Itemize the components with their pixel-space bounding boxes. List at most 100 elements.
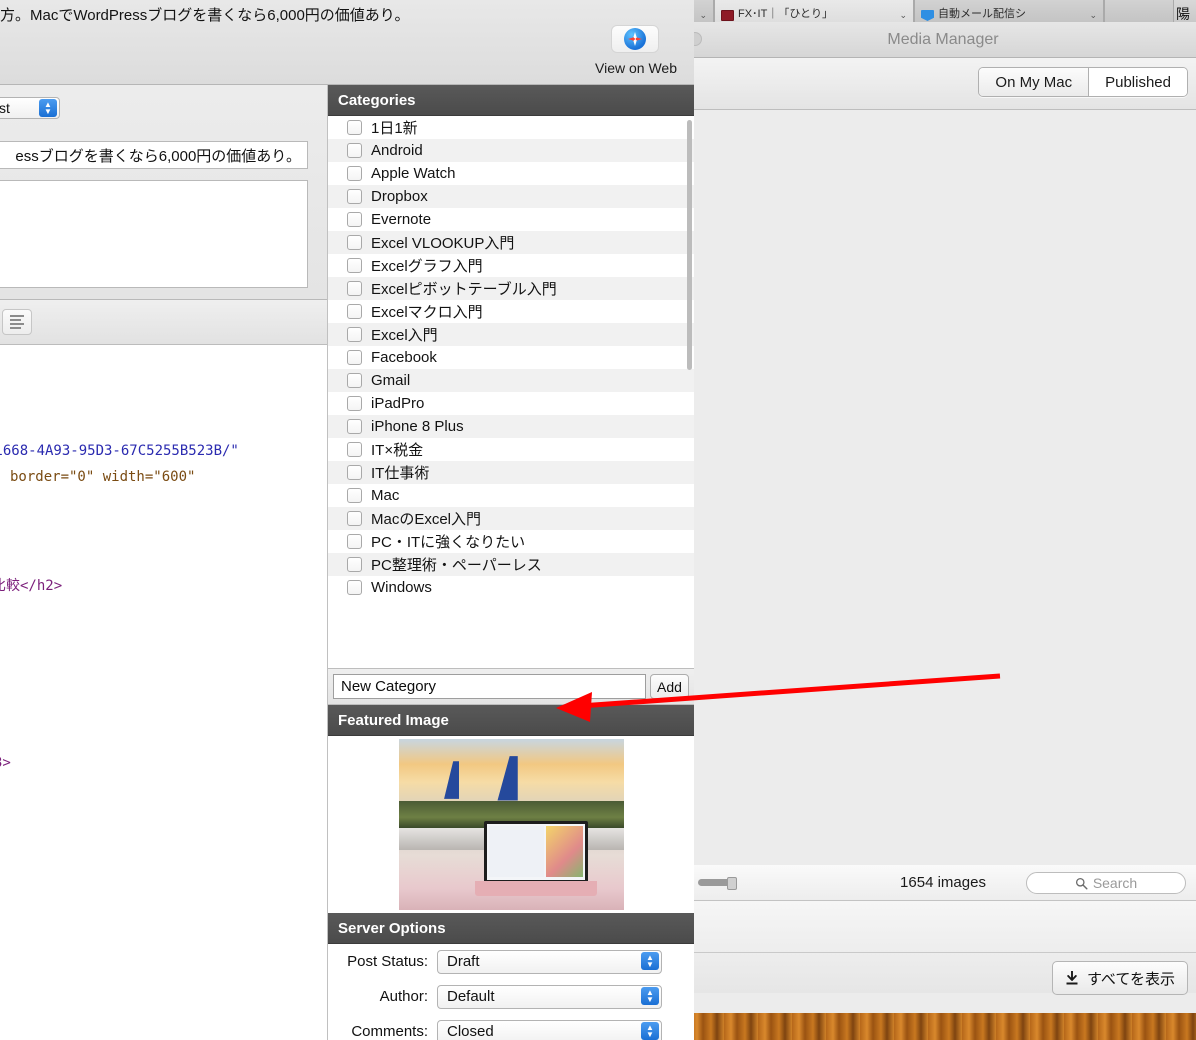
code-line: 3>	[0, 755, 11, 771]
category-row[interactable]: Excel VLOOKUP入門	[328, 231, 694, 254]
category-checkbox[interactable]	[347, 442, 362, 457]
category-label: Android	[371, 142, 423, 159]
featured-image-preview[interactable]	[398, 739, 624, 910]
post-type-select[interactable]: st ▲ ▼	[0, 97, 60, 119]
category-row[interactable]: Excelグラフ入門	[328, 254, 694, 277]
category-row[interactable]: Windows	[328, 576, 694, 599]
align-justify-button[interactable]	[2, 309, 32, 335]
category-label: IT仕事術	[371, 465, 430, 482]
editor-left-column: st ▲ ▼ essブログを書くなら6,000円の価値あり。 -1668-4A93…	[0, 85, 328, 1040]
show-all-button[interactable]: すべてを表示	[1052, 961, 1188, 995]
search-icon	[1075, 877, 1088, 890]
category-label: PC・ITに強くなりたい	[371, 534, 526, 551]
author-select[interactable]: Default ▲ ▼	[437, 984, 662, 1009]
category-checkbox[interactable]	[347, 580, 362, 595]
download-arrow-icon	[1065, 970, 1079, 986]
browser-tab-mail[interactable]: 自動メール配信シ ⌄	[914, 0, 1104, 22]
search-input[interactable]: Search	[1026, 872, 1186, 894]
tab-on-my-mac[interactable]: On My Mac	[979, 68, 1089, 96]
chevron-updown-icon: ▲ ▼	[641, 1021, 659, 1040]
category-label: IT×税金	[371, 442, 424, 459]
view-on-web-button[interactable]	[611, 25, 659, 53]
post-status-select[interactable]: Draft ▲ ▼	[437, 949, 662, 974]
browser-tab-fxit[interactable]: FX･IT｜「ひとり」 ⌄	[714, 0, 914, 22]
category-row[interactable]: Excelマクロ入門	[328, 300, 694, 323]
formatting-toolbar	[0, 300, 328, 345]
post-excerpt-input[interactable]	[0, 180, 308, 288]
far-right-tab-label[interactable]: 陽	[1176, 4, 1196, 24]
browser-tab-label: FX･IT｜「ひとり」	[738, 8, 834, 20]
category-row[interactable]: iPadPro	[328, 392, 694, 415]
blue-shield-icon	[921, 10, 934, 21]
category-checkbox[interactable]	[347, 488, 362, 503]
new-category-input[interactable]: New Category	[333, 674, 646, 699]
category-checkbox[interactable]	[347, 304, 362, 319]
category-checkbox[interactable]	[347, 396, 362, 411]
server-options-section-header: Server Options	[328, 913, 694, 944]
category-row[interactable]: Excel入門	[328, 323, 694, 346]
server-option-row: Comments: Closed ▲ ▼	[328, 1014, 694, 1040]
category-row[interactable]: IT×税金	[328, 438, 694, 461]
category-checkbox[interactable]	[347, 166, 362, 181]
category-row[interactable]: PC・ITに強くなりたい	[328, 530, 694, 553]
code-line: border="0" width="600"	[10, 469, 196, 485]
category-row[interactable]: iPhone 8 Plus	[328, 415, 694, 438]
category-checkbox[interactable]	[347, 120, 362, 135]
category-row[interactable]: Evernote	[328, 208, 694, 231]
categories-list[interactable]: 1日1新 Android Apple Watch Dropbox Evernote Exc…	[328, 116, 694, 668]
category-row[interactable]: Android	[328, 139, 694, 162]
server-option-row: Post Status: Draft ▲ ▼	[328, 944, 694, 979]
source-segmented-control[interactable]: On My Mac Published	[978, 67, 1188, 97]
categories-section-header: Categories	[328, 85, 694, 116]
category-label: Mac	[371, 487, 400, 504]
category-checkbox[interactable]	[347, 534, 362, 549]
server-option-row: Author: Default ▲ ▼	[328, 979, 694, 1014]
search-placeholder: Search	[1092, 875, 1138, 891]
categories-scrollbar[interactable]	[687, 120, 692, 370]
comments-label: Comments:	[351, 1023, 428, 1040]
category-row[interactable]: Dropbox	[328, 185, 694, 208]
browser-tab-empty[interactable]	[1104, 0, 1174, 22]
category-checkbox[interactable]	[347, 212, 362, 227]
category-checkbox[interactable]	[347, 281, 362, 296]
chevron-down-icon: ⌄	[1089, 10, 1097, 20]
post-status-value: Draft	[447, 953, 480, 970]
category-row[interactable]: Gmail	[328, 369, 694, 392]
category-checkbox[interactable]	[347, 235, 362, 250]
post-status-label: Post Status:	[347, 953, 428, 970]
category-checkbox[interactable]	[347, 465, 362, 480]
browser-tab-strip: ⌄ FX･IT｜「ひとり」 ⌄ 自動メール配信シ ⌄	[690, 0, 1196, 22]
category-label: MacのExcel入門	[371, 511, 482, 528]
category-row[interactable]: MacのExcel入門	[328, 507, 694, 530]
post-title-input[interactable]: essブログを書くなら6,000円の価値あり。	[0, 141, 308, 169]
category-checkbox[interactable]	[347, 350, 362, 365]
category-checkbox[interactable]	[347, 143, 362, 158]
html-source-editor[interactable]: -1668-4A93-95D3-67C5255B523B/" border="0…	[0, 345, 328, 1040]
category-checkbox[interactable]	[347, 373, 362, 388]
category-row[interactable]: 1日1新	[328, 116, 694, 139]
category-row[interactable]: Mac	[328, 484, 694, 507]
ex-red-icon	[721, 10, 734, 21]
category-row[interactable]: Apple Watch	[328, 162, 694, 185]
category-checkbox[interactable]	[347, 189, 362, 204]
add-category-button[interactable]: Add	[650, 674, 689, 699]
tab-published[interactable]: Published	[1088, 68, 1187, 96]
blog-editor-window: 方。MacでWordPressブログを書くなら6,000円の価値あり。 View…	[0, 0, 694, 1040]
view-on-web-label: View on Web	[595, 60, 677, 76]
category-row[interactable]: Excelピボットテーブル入門	[328, 277, 694, 300]
category-row[interactable]: IT仕事術	[328, 461, 694, 484]
category-checkbox[interactable]	[347, 511, 362, 526]
post-metadata-pane: st ▲ ▼ essブログを書くなら6,000円の価値あり。	[0, 85, 328, 300]
category-checkbox[interactable]	[347, 419, 362, 434]
category-checkbox[interactable]	[347, 258, 362, 273]
category-checkbox[interactable]	[347, 327, 362, 342]
media-manager-titlebar[interactable]: Media Manager	[690, 22, 1196, 58]
category-row[interactable]: PC整理術・ペーパーレス	[328, 553, 694, 576]
chevron-updown-icon: ▲ ▼	[641, 951, 659, 970]
comments-select[interactable]: Closed ▲ ▼	[437, 1019, 662, 1040]
category-row[interactable]: Facebook	[328, 346, 694, 369]
category-label: Facebook	[371, 349, 437, 366]
desktop-wood-background	[690, 1013, 1196, 1040]
category-checkbox[interactable]	[347, 557, 362, 572]
category-label: iPadPro	[371, 395, 425, 412]
